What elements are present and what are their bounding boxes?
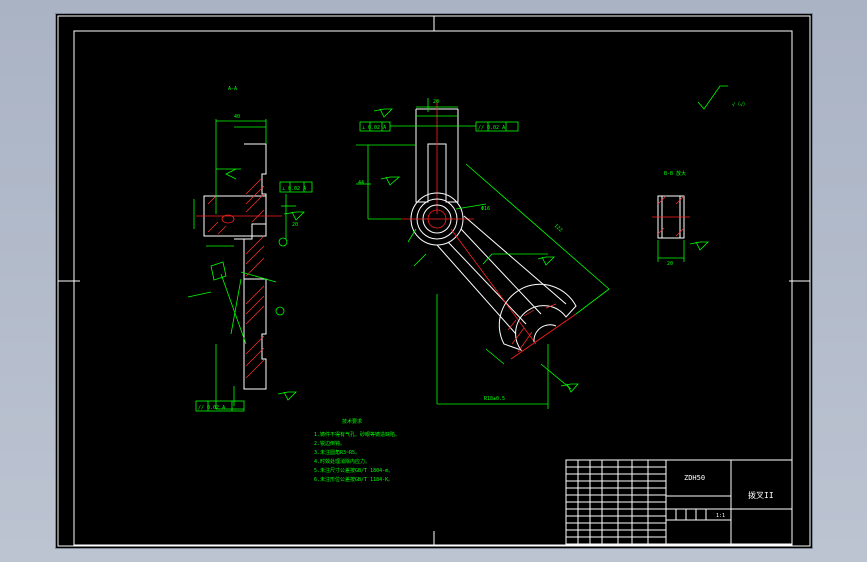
main-parallel-frame-text: // 0.02 A — [478, 125, 505, 131]
tech-req-item: 2.锐边倒钝。 — [314, 440, 345, 447]
outer-frame — [57, 15, 811, 547]
roughness-symbol: √（√） — [732, 102, 748, 108]
tech-req-item: 4.时效处理消除内应力。 — [314, 458, 370, 465]
centering-marks — [58, 16, 810, 546]
main-dim-boss-len: 44 — [358, 180, 364, 186]
title-block: ZDH50 拨叉II 1:1 — [565, 459, 793, 545]
section-b-dim-width: 20 — [667, 261, 673, 267]
main-dimensions — [356, 98, 610, 409]
title-part-name: 拨叉II — [748, 490, 774, 500]
tech-req-item: 5.未注尺寸公差按GB/T 1804-m。 — [314, 467, 393, 474]
cad-viewport[interactable]: A-A 40 20 ⊥ 0.02 A // 0.02 A ⊥ 0.02 A //… — [56, 14, 812, 548]
engineering-drawing: A-A 40 20 ⊥ 0.02 A // 0.02 A ⊥ 0.02 A //… — [57, 15, 811, 547]
left-parallel-frame-text: // 0.02 A — [198, 405, 225, 411]
tech-req-item: 1.铸件不得有气孔、砂眼等铸造缺陷。 — [314, 431, 400, 438]
main-dim-center: R18±0.5 — [484, 396, 505, 402]
tech-req-item: 3.未注圆角R3~R5。 — [314, 449, 360, 456]
main-view: ⊥ 0.02 A // 0.02 A 20 44 Φ16 122 R18±0.5 — [356, 98, 610, 409]
left-dim-section-width: 20 — [292, 222, 298, 228]
tech-requirements-title: 技术要求 — [342, 418, 362, 425]
roughness-note: √（√） — [697, 85, 748, 110]
section-b-label: B-B 放大 — [664, 170, 686, 177]
inner-frame — [73, 30, 793, 546]
tech-requirements: 技术要求 1.铸件不得有气孔、砂眼等铸造缺陷。 2.锐边倒钝。 3.未注圆角R3… — [314, 418, 400, 483]
left-view-label: A-A — [228, 86, 237, 92]
main-dim-arm-len: 122 — [553, 223, 564, 233]
section-b-dimensions — [657, 240, 709, 262]
title-part-code: ZDH50 — [684, 474, 705, 482]
left-section-view: A-A 40 20 ⊥ 0.02 A // 0.02 A — [187, 86, 313, 412]
title-scale: 1:1 — [716, 513, 725, 519]
main-dim-gap: 20 — [433, 99, 439, 105]
left-dim-flange-width: 40 — [234, 114, 240, 120]
main-dim-boss-dia: Φ16 — [481, 206, 490, 212]
section-b-view: B-B 放大 20 — [652, 170, 709, 267]
left-perp-frame-text: ⊥ 0.02 A — [282, 186, 306, 192]
left-dimensions — [187, 119, 296, 410]
main-perp-frame-text: ⊥ 0.02 A — [362, 125, 386, 131]
tech-req-item: 6.未注形位公差按GB/T 1184-K。 — [314, 476, 393, 483]
